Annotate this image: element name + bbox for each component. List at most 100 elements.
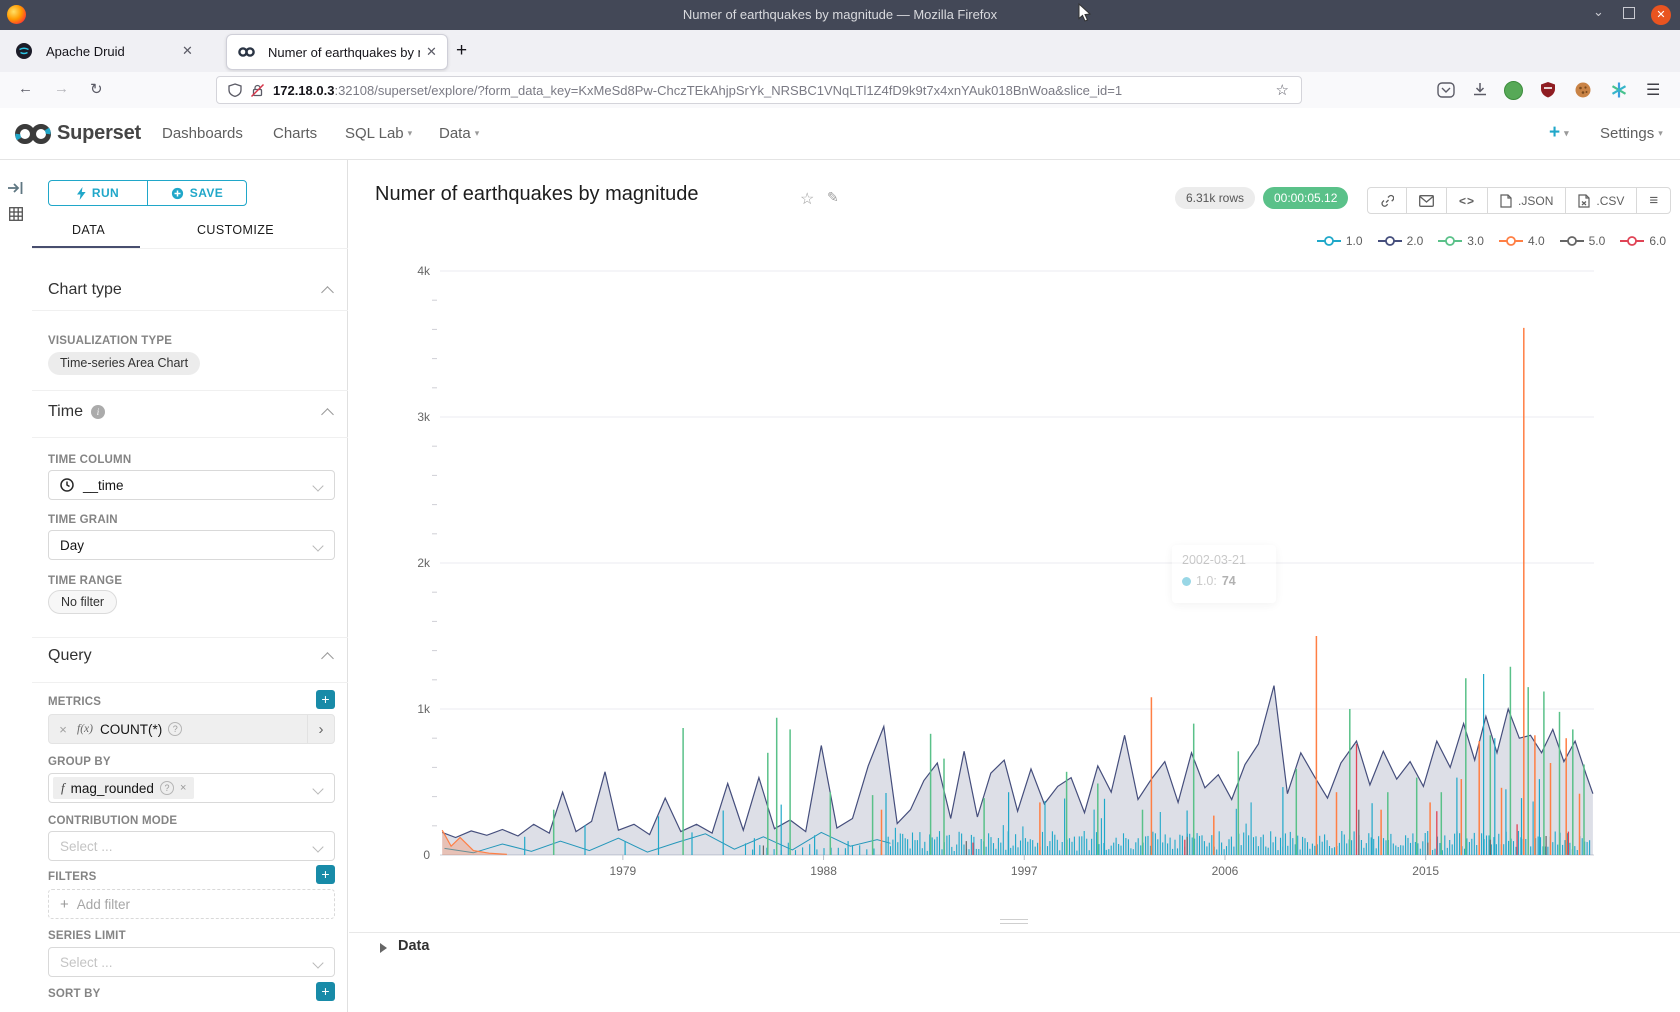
visualization-type-pill[interactable]: Time-series Area Chart [48,352,200,375]
section-query[interactable]: Query [48,647,332,665]
pocket-icon[interactable] [1437,81,1455,99]
metrics-label: METRICS [48,696,101,708]
legend-label: 2.0 [1407,234,1424,248]
legend-item-6.0[interactable]: 6.0 [1620,234,1666,248]
window-minimize-button[interactable]: ⌄ [1593,4,1604,20]
add-filter-button[interactable]: + Add filter [48,889,335,919]
y-tick-4k: 4k [417,264,431,278]
brand-name[interactable]: Superset [57,122,141,145]
tab-customize[interactable]: CUSTOMIZE [197,223,274,237]
tab-apache-druid[interactable]: Apache Druid ✕ [4,34,216,68]
legend-item-2.0[interactable]: 2.0 [1378,234,1424,248]
tab-close-icon[interactable]: ✕ [426,44,437,60]
share-link-button[interactable] [1368,188,1406,213]
extension-asterisk-icon[interactable] [1610,81,1628,99]
legend-marker [1499,235,1523,247]
download-icon[interactable] [1471,81,1489,99]
nav-dashboards[interactable]: Dashboards [162,125,243,142]
legend-item-3.0[interactable]: 3.0 [1438,234,1484,248]
edit-title-icon[interactable]: ✎ [827,189,839,206]
email-button[interactable] [1406,188,1446,213]
help-icon[interactable]: ? [168,722,182,736]
new-item-button[interactable]: +▾ [1549,122,1569,144]
control-panel: RUN SAVE DATA CUSTOMIZE Chart type VISUA… [32,159,348,1012]
privacy-badger-icon[interactable] [1504,81,1523,100]
group-by-pill[interactable]: f mag_rounded ? × [53,777,194,799]
cookie-icon[interactable] [1574,81,1592,99]
group-by-select[interactable]: f mag_rounded ? × [48,773,335,803]
help-icon[interactable]: ? [160,781,174,795]
save-button[interactable]: SAVE [147,181,246,205]
browser-toolbar: ← → ↻ 172.18.0.3:32108/superset/explore/… [0,72,1680,109]
window-titlebar: Numer of earthquakes by magnitude — Mozi… [0,0,1680,30]
contribution-mode-select[interactable]: Select ... [48,831,335,861]
remove-group-by-icon[interactable]: × [180,782,186,794]
add-metric-button[interactable]: + [316,690,335,709]
caret-down-icon: ▾ [408,128,413,138]
embed-code-button[interactable]: <> [1446,188,1487,213]
window-close-button[interactable]: ✕ [1651,5,1671,25]
time-grain-label: TIME GRAIN [48,514,118,526]
tab-superset-chart[interactable]: Numer of earthquakes by m ✕ [226,34,448,70]
forward-button[interactable]: → [54,80,69,97]
clock-icon [60,478,74,492]
tab-data[interactable]: DATA [72,223,105,237]
reload-button[interactable]: ↻ [90,80,103,98]
y-tick-1k: 1k [417,702,431,716]
divider [32,310,348,311]
new-tab-button[interactable]: + [456,40,467,62]
nav-sql-lab[interactable]: SQL Lab▾ [345,125,412,142]
x-tick-1988: 1988 [810,864,837,878]
tab-close-icon[interactable]: ✕ [182,43,193,59]
mouse-cursor [1078,3,1092,23]
back-button[interactable]: ← [18,80,33,97]
hamburger-menu-icon[interactable]: ☰ [1646,80,1660,100]
collapse-panel-icon[interactable] [8,181,24,195]
application-window: 01k2k3k4k19791988199720062015 Numer of e… [0,0,1680,1012]
superset-logo[interactable] [12,120,54,148]
group-by-label: GROUP BY [48,756,111,768]
metric-item[interactable]: × f(x) COUNT(*) ? › [48,714,335,744]
legend-item-5.0[interactable]: 5.0 [1560,234,1606,248]
dataset-grid-icon[interactable] [9,207,23,221]
nav-settings[interactable]: Settings▾ [1600,125,1663,142]
nav-charts[interactable]: Charts [273,125,317,142]
legend-item-1.0[interactable]: 1.0 [1317,234,1363,248]
divider [32,637,348,638]
section-chart-type[interactable]: Chart type [48,281,332,299]
add-sort-by-button[interactable]: + [316,982,335,1001]
expand-metric-icon[interactable]: › [307,715,334,743]
section-time[interactable]: Time i [48,403,332,421]
function-icon: f [61,780,65,796]
remove-metric-icon[interactable]: × [49,722,77,737]
favorite-star-icon[interactable]: ☆ [800,189,814,209]
tooltip-series: 1.0: [1196,574,1217,588]
add-filter-plus-button[interactable]: + [316,865,335,884]
url-text: 172.18.0.3:32108/superset/explore/?form_… [273,83,1264,98]
visualization-type-label: VISUALIZATION TYPE [48,335,172,347]
expand-data-caret-icon[interactable] [380,943,387,953]
series-1-line [445,832,891,852]
divider [32,437,348,438]
ublock-origin-icon[interactable] [1539,81,1557,99]
legend-item-4.0[interactable]: 4.0 [1499,234,1545,248]
nav-data[interactable]: Data▾ [439,125,479,142]
window-restore-button[interactable] [1623,7,1635,19]
chart-menu-button[interactable]: ≡ [1636,188,1670,213]
insecure-lock-icon[interactable] [250,83,265,98]
panel-resize-handle[interactable] [1000,919,1028,927]
legend-label: 1.0 [1346,234,1363,248]
chart-legend: 1.0 2.0 3.0 4.0 5.0 6.0 [1317,234,1666,248]
time-column-label: TIME COLUMN [48,454,131,466]
url-bar[interactable]: 172.18.0.3:32108/superset/explore/?form_… [216,76,1302,104]
bookmark-star-icon[interactable]: ☆ [1276,81,1289,99]
time-range-pill[interactable]: No filter [48,590,117,614]
data-panel-label[interactable]: Data [398,938,429,954]
run-button[interactable]: RUN [49,181,147,205]
time-column-select[interactable]: __time [48,470,335,500]
time-grain-select[interactable]: Day [48,530,335,560]
export-json-button[interactable]: .JSON [1487,188,1565,213]
series-limit-select[interactable]: Select ... [48,947,335,977]
shield-icon[interactable] [228,83,242,98]
export-csv-button[interactable]: .CSV [1565,188,1636,213]
